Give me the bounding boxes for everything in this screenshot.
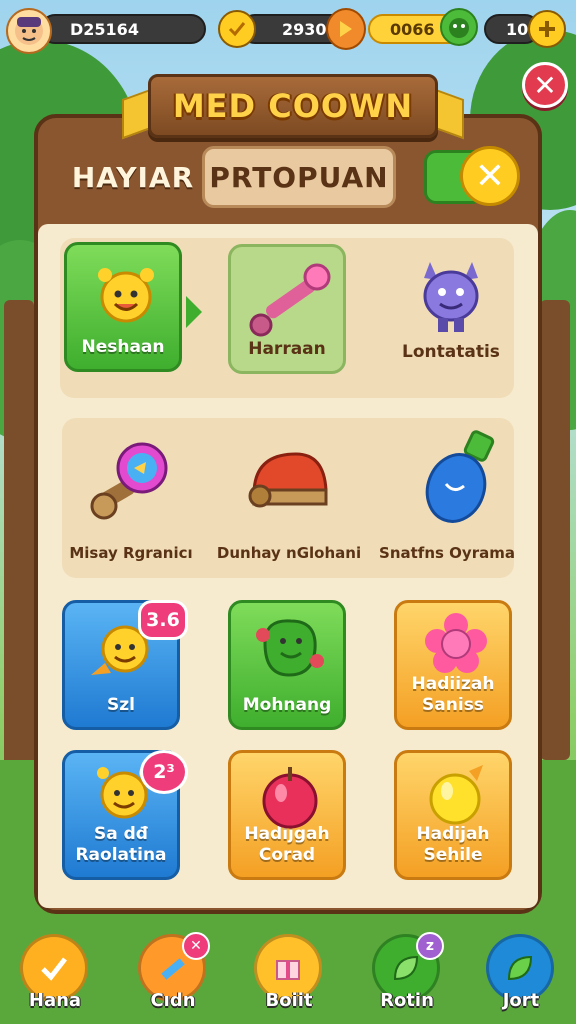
- featured-card-harraan[interactable]: Harraan: [228, 244, 346, 374]
- card-label: Szl: [107, 694, 135, 715]
- yellow-fruit-icon: [425, 761, 491, 827]
- card-label: Mohnang: [242, 694, 332, 715]
- tool-label: Misay Rgranicı: [69, 544, 193, 562]
- tool-label: Snatfns Oyrama: [379, 544, 515, 562]
- page-title: MED COOWN: [172, 87, 414, 125]
- nav-label: Rotin: [380, 990, 434, 1011]
- card-label: Hadijgah Corad: [244, 824, 330, 865]
- selection-arrow-icon: [186, 296, 202, 328]
- nav-label: Cıdn: [150, 990, 196, 1011]
- card-label: Sa dđ Raolatina: [75, 824, 167, 865]
- card-label: Neshaan: [81, 336, 165, 357]
- close-icon: ✕: [533, 68, 557, 102]
- top-hud: D25164 2930 0066 10: [0, 6, 576, 54]
- featured-card-lontatatis[interactable]: Lontatatis: [392, 244, 510, 374]
- energy-count: 10: [506, 19, 529, 39]
- avatar-face-icon: [15, 17, 43, 45]
- nav-notification-badge: ✕: [182, 932, 210, 960]
- featured-card-neshaan[interactable]: Neshaan: [64, 242, 182, 372]
- nav-notification-badge: z: [416, 932, 444, 960]
- sun-mascot-icon: [91, 261, 161, 331]
- toggle-close-icon[interactable]: ✕: [460, 146, 520, 206]
- gems-count: 0066: [390, 19, 435, 39]
- pink-wand-icon: [243, 257, 335, 343]
- reward-card-hadijgah-corad[interactable]: Hadijgah Corad: [228, 750, 346, 880]
- pink-flower-icon: [423, 611, 489, 677]
- green-creature-icon: [440, 8, 478, 46]
- tab-label: HAYIAR: [71, 160, 195, 194]
- card-label: Lontatatis: [402, 341, 500, 362]
- nav-label: Boiit: [265, 990, 313, 1011]
- red-apple-icon: [259, 763, 321, 829]
- player-id-pill: D25164: [40, 14, 206, 44]
- nav-label: Hana: [28, 990, 82, 1011]
- nav-label: Jort: [502, 990, 540, 1011]
- player-id: D25164: [70, 19, 139, 39]
- reward-card-hadiizah-saniss[interactable]: Hadiizah Saniss: [394, 600, 512, 730]
- avatar[interactable]: [6, 8, 52, 54]
- reward-count-badge: 2³: [140, 750, 188, 794]
- leaf-icon: [393, 955, 419, 981]
- coins-count: 2930: [282, 19, 327, 39]
- coin-icon: [218, 10, 256, 48]
- title-banner: MED COOWN: [148, 74, 438, 138]
- pencil-icon: [161, 958, 185, 980]
- purple-monster-icon: [408, 248, 494, 340]
- leaf-icon: [507, 955, 533, 981]
- tab-prtopuan[interactable]: PRTOPUAN: [202, 146, 396, 208]
- tab-label: PRTOPUAN: [209, 160, 389, 194]
- green-blob-icon: [253, 613, 327, 683]
- red-helmet-icon[interactable]: [240, 440, 340, 526]
- reward-card-mohnang[interactable]: Mohnang: [228, 600, 346, 730]
- tool-label: Dunhay nGlohani: [216, 544, 362, 562]
- toggle-close-control[interactable]: ✕: [424, 146, 520, 208]
- blue-potion-icon[interactable]: [412, 428, 508, 532]
- close-button[interactable]: ✕: [522, 62, 568, 108]
- reward-card-hadijah-sehile[interactable]: Hadijah Sehile: [394, 750, 512, 880]
- tab-hayiar[interactable]: HAYIAR: [68, 146, 198, 208]
- coins-add-icon[interactable]: [326, 8, 366, 50]
- add-plus-icon[interactable]: [528, 10, 566, 48]
- magic-scepter-icon[interactable]: [80, 436, 180, 532]
- card-label: Hadiizah Saniss: [411, 674, 495, 715]
- card-label: Hadijah Sehile: [416, 824, 490, 865]
- reward-count-badge: 3.6: [138, 600, 188, 640]
- gift-box-icon: [276, 960, 300, 980]
- check-icon: [41, 957, 67, 981]
